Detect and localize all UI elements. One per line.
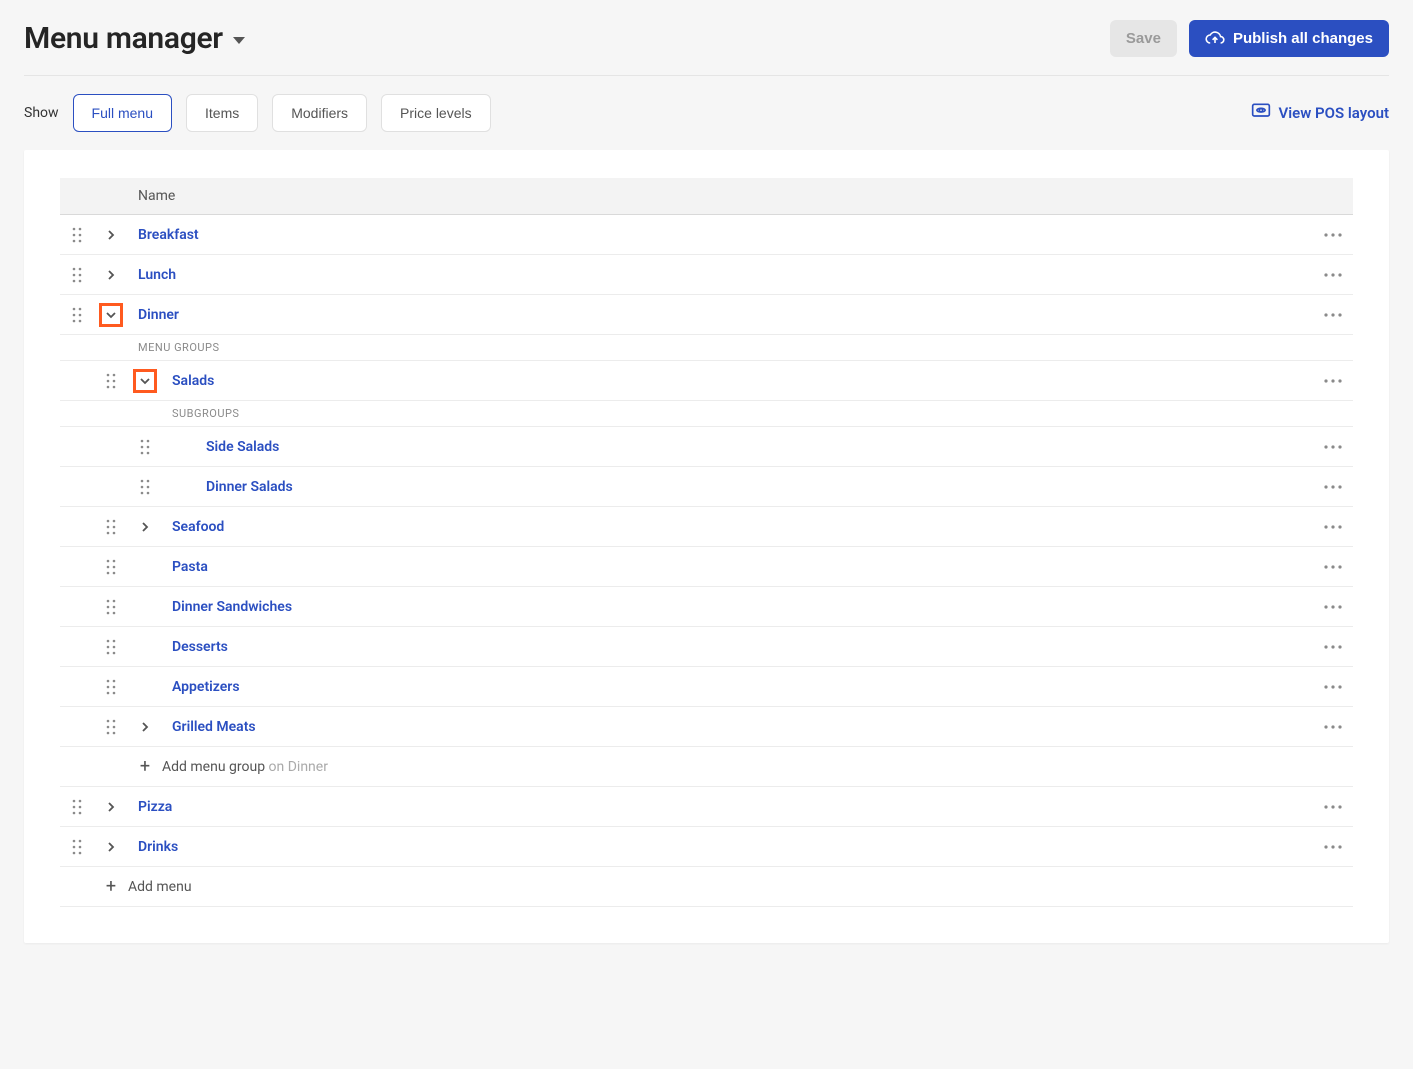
expand-toggle[interactable] bbox=[94, 263, 128, 287]
show-label: Show bbox=[24, 105, 59, 121]
cloud-upload-icon bbox=[1205, 31, 1225, 47]
column-header-name: Name bbox=[60, 178, 1353, 215]
menu-row-drinks: Drinks bbox=[60, 827, 1353, 867]
group-row-seafood: Seafood bbox=[60, 507, 1353, 547]
more-actions[interactable] bbox=[1313, 525, 1353, 529]
more-actions[interactable] bbox=[1313, 805, 1353, 809]
expand-toggle[interactable] bbox=[94, 303, 128, 327]
drag-handle[interactable] bbox=[94, 679, 128, 695]
more-actions[interactable] bbox=[1313, 725, 1353, 729]
more-actions[interactable] bbox=[1313, 485, 1353, 489]
tab-modifiers[interactable]: Modifiers bbox=[272, 94, 367, 132]
drag-handle[interactable] bbox=[94, 373, 128, 389]
drag-handle[interactable] bbox=[60, 227, 94, 243]
menu-row-lunch: Lunch bbox=[60, 255, 1353, 295]
expand-toggle[interactable] bbox=[94, 795, 128, 819]
more-actions[interactable] bbox=[1313, 313, 1353, 317]
expand-toggle[interactable] bbox=[94, 835, 128, 859]
group-row-salads: Salads bbox=[60, 361, 1353, 401]
menu-link[interactable]: Dinner bbox=[138, 307, 179, 323]
page-title-dropdown[interactable]: Menu manager bbox=[24, 21, 245, 56]
subgroup-row-side-salads: Side Salads bbox=[60, 427, 1353, 467]
group-row-desserts: Desserts bbox=[60, 627, 1353, 667]
group-row-grilled-meats: Grilled Meats bbox=[60, 707, 1353, 747]
subgroups-label: SUBGROUPS bbox=[60, 401, 1353, 427]
menu-link[interactable]: Pizza bbox=[138, 799, 172, 815]
more-actions[interactable] bbox=[1313, 685, 1353, 689]
subgroup-link[interactable]: Dinner Salads bbox=[206, 479, 293, 495]
group-link[interactable]: Salads bbox=[172, 373, 214, 389]
drag-handle[interactable] bbox=[94, 719, 128, 735]
group-link[interactable]: Appetizers bbox=[172, 679, 240, 695]
more-actions[interactable] bbox=[1313, 445, 1353, 449]
drag-handle[interactable] bbox=[94, 559, 128, 575]
drag-handle[interactable] bbox=[60, 267, 94, 283]
menu-row-breakfast: Breakfast bbox=[60, 215, 1353, 255]
expand-toggle[interactable] bbox=[128, 715, 162, 739]
group-row-appetizers: Appetizers bbox=[60, 667, 1353, 707]
group-row-pasta: Pasta bbox=[60, 547, 1353, 587]
drag-handle[interactable] bbox=[94, 599, 128, 615]
drag-handle[interactable] bbox=[128, 479, 162, 495]
more-actions[interactable] bbox=[1313, 565, 1353, 569]
more-actions[interactable] bbox=[1313, 379, 1353, 383]
group-row-dinner-sandwiches: Dinner Sandwiches bbox=[60, 587, 1353, 627]
eye-screen-icon bbox=[1251, 102, 1271, 124]
more-actions[interactable] bbox=[1313, 233, 1353, 237]
subgroup-row-dinner-salads: Dinner Salads bbox=[60, 467, 1353, 507]
tab-items[interactable]: Items bbox=[186, 94, 258, 132]
expand-toggle[interactable] bbox=[128, 515, 162, 539]
plus-icon: + bbox=[128, 756, 162, 777]
drag-handle[interactable] bbox=[60, 799, 94, 815]
group-link[interactable]: Desserts bbox=[172, 639, 228, 655]
group-link[interactable]: Seafood bbox=[172, 519, 224, 535]
caret-down-icon bbox=[233, 37, 245, 44]
add-menu-button[interactable]: + Add menu bbox=[60, 867, 1353, 907]
menu-link[interactable]: Lunch bbox=[138, 267, 176, 283]
drag-handle[interactable] bbox=[60, 839, 94, 855]
publish-button[interactable]: Publish all changes bbox=[1189, 20, 1389, 57]
more-actions[interactable] bbox=[1313, 605, 1353, 609]
more-actions[interactable] bbox=[1313, 273, 1353, 277]
subgroup-link[interactable]: Side Salads bbox=[206, 439, 279, 455]
expand-toggle[interactable] bbox=[94, 223, 128, 247]
group-link[interactable]: Grilled Meats bbox=[172, 719, 256, 735]
group-link[interactable]: Pasta bbox=[172, 559, 208, 575]
view-pos-layout-link[interactable]: View POS layout bbox=[1251, 102, 1389, 124]
drag-handle[interactable] bbox=[94, 519, 128, 535]
tab-price-levels[interactable]: Price levels bbox=[381, 94, 491, 132]
tab-full-menu[interactable]: Full menu bbox=[73, 94, 172, 132]
plus-icon: + bbox=[94, 876, 128, 897]
add-menu-group-button[interactable]: + Add menu group on Dinner bbox=[60, 747, 1353, 787]
menu-row-dinner: Dinner bbox=[60, 295, 1353, 335]
page-title: Menu manager bbox=[24, 21, 223, 56]
more-actions[interactable] bbox=[1313, 645, 1353, 649]
save-button: Save bbox=[1110, 20, 1177, 57]
expand-toggle[interactable] bbox=[128, 369, 162, 393]
group-link[interactable]: Dinner Sandwiches bbox=[172, 599, 292, 615]
menu-row-pizza: Pizza bbox=[60, 787, 1353, 827]
menu-groups-label: MENU GROUPS bbox=[60, 335, 1353, 361]
more-actions[interactable] bbox=[1313, 845, 1353, 849]
drag-handle[interactable] bbox=[60, 307, 94, 323]
menu-link[interactable]: Breakfast bbox=[138, 227, 199, 243]
menu-link[interactable]: Drinks bbox=[138, 839, 178, 855]
drag-handle[interactable] bbox=[128, 439, 162, 455]
drag-handle[interactable] bbox=[94, 639, 128, 655]
